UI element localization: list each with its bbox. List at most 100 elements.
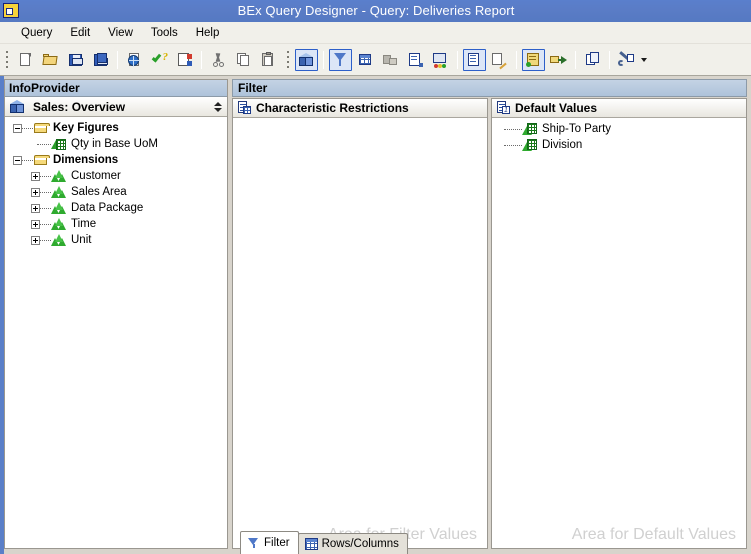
tab-rows-columns-label: Rows/Columns	[321, 538, 399, 550]
tree-node-data-package[interactable]: Data Package	[5, 200, 227, 216]
document-list-button[interactable]	[522, 48, 545, 71]
copy-button[interactable]	[232, 49, 255, 71]
tree-node-label: Data Package	[71, 202, 144, 214]
toolbar-separator	[323, 50, 324, 69]
characteristic-restrictions-title: Characteristic Restrictions	[256, 101, 409, 115]
menu-query[interactable]: Query	[12, 24, 61, 42]
tree-node-unit[interactable]: Unit	[5, 232, 227, 248]
dimension-icon	[51, 201, 67, 216]
save-as-icon	[92, 52, 109, 68]
cut-button[interactable]	[207, 49, 230, 71]
settings-button[interactable]	[615, 49, 638, 71]
tree-node-qty-in-base-uom[interactable]: Qty in Base UoM	[5, 136, 227, 152]
open-query-icon	[42, 52, 59, 68]
toolbar-grip-1[interactable]	[3, 49, 11, 71]
infoprovider-pane-title: InfoProvider	[5, 80, 227, 97]
edit-note-icon	[491, 52, 508, 69]
edit-note-button[interactable]	[488, 49, 511, 71]
task-pane-icon	[466, 52, 483, 68]
export-icon	[550, 52, 567, 68]
tree-node-dimensions[interactable]: Dimensions	[5, 152, 227, 168]
menu-tools[interactable]: Tools	[142, 24, 187, 42]
tab-rows-columns[interactable]: Rows/Columns	[297, 533, 408, 554]
menu-view[interactable]: View	[99, 24, 142, 42]
menu-help[interactable]: Help	[187, 24, 229, 42]
tree-node-label: Dimensions	[53, 154, 119, 166]
tree-node-sales-area[interactable]: Sales Area	[5, 184, 227, 200]
toolbar-separator	[516, 50, 517, 69]
paste-icon	[260, 51, 277, 68]
tab-filter[interactable]: Filter	[240, 531, 299, 554]
expand-icon[interactable]	[31, 171, 40, 181]
query-properties-icon	[176, 52, 193, 68]
expand-icon[interactable]	[31, 203, 40, 213]
save-as-button[interactable]	[89, 49, 112, 71]
check-query-button[interactable]: ?	[148, 49, 171, 71]
infoprovider-tree[interactable]: Key Figures Qty in Base UoM Dimensions C…	[5, 117, 227, 548]
dimension-icon	[51, 233, 67, 248]
toggle-rows-columns-button[interactable]	[354, 49, 377, 71]
infoprovider-name: Sales: Overview	[33, 99, 126, 114]
default-values-title: Default Values	[515, 101, 598, 115]
default-values-icon: 1	[497, 101, 511, 115]
expand-icon[interactable]	[31, 219, 40, 229]
query-designer-icon	[3, 3, 19, 19]
work-area: InfoProvider Sales: Overview Key Figures	[0, 76, 751, 554]
rows-columns-icon	[357, 52, 374, 68]
publish-button[interactable]	[123, 49, 146, 71]
toggle-messages-button[interactable]	[429, 49, 452, 71]
default-values-pane[interactable]: 1 Default Values Ship-To Party Division …	[491, 98, 747, 549]
collapse-icon[interactable]	[13, 155, 22, 165]
exchange-icon	[584, 51, 601, 68]
application-window: BEx Query Designer - Query: Deliveries R…	[0, 0, 751, 554]
folder-icon	[33, 153, 50, 168]
query-properties-button[interactable]	[173, 49, 196, 71]
toolbar-grip-2[interactable]	[284, 49, 292, 71]
infoprovider-pane: InfoProvider Sales: Overview Key Figures	[4, 79, 228, 549]
expand-icon[interactable]	[31, 235, 40, 245]
dimension-icon	[51, 185, 67, 200]
toolbar: ?	[0, 44, 751, 76]
menu-edit[interactable]: Edit	[61, 24, 99, 42]
default-values-header: 1 Default Values	[492, 99, 746, 118]
tree-node-time[interactable]: Time	[5, 216, 227, 232]
toggle-infoprovider-button[interactable]	[295, 48, 318, 71]
tree-node-key-figures[interactable]: Key Figures	[5, 120, 227, 136]
messages-icon	[432, 52, 449, 68]
default-value-label: Division	[542, 139, 583, 151]
filter-pane-title: Filter	[232, 79, 747, 97]
folder-icon	[33, 121, 50, 136]
default-value-label: Ship-To Party	[542, 123, 612, 135]
open-query-button[interactable]	[39, 49, 62, 71]
save-query-button[interactable]	[64, 49, 87, 71]
filter-pane: Filter Characteristic Restrictions Area …	[232, 79, 747, 549]
toggle-task-pane-button[interactable]	[463, 48, 486, 71]
cell-definition-button[interactable]	[379, 49, 402, 71]
default-value-ship-to-party[interactable]: Ship-To Party	[492, 121, 746, 137]
export-button[interactable]	[547, 49, 570, 71]
dimension-icon	[51, 217, 67, 232]
new-query-button[interactable]	[14, 49, 37, 71]
tree-line	[40, 191, 51, 193]
menu-bar: Query Edit View Tools Help	[0, 22, 751, 44]
infocube-icon	[9, 99, 25, 114]
tree-line	[37, 143, 51, 145]
characteristic-restrictions-body[interactable]: Area for Filter Values	[233, 118, 487, 548]
expand-icon[interactable]	[31, 187, 40, 197]
exchange-button[interactable]	[581, 49, 604, 71]
default-values-body[interactable]: Ship-To Party Division Area for Default …	[492, 118, 746, 548]
document-list-icon	[525, 52, 542, 68]
tree-line	[504, 128, 522, 130]
toggle-properties-button[interactable]	[404, 49, 427, 71]
characteristic-restrictions-pane[interactable]: Characteristic Restrictions Area for Fil…	[232, 98, 488, 549]
toolbar-overflow-caret[interactable]	[639, 49, 649, 71]
collapse-icon[interactable]	[13, 123, 22, 133]
paste-button[interactable]	[257, 49, 280, 71]
infoprovider-selector-spinner[interactable]	[212, 100, 223, 114]
infoprovider-header[interactable]: Sales: Overview	[5, 97, 227, 117]
tree-node-customer[interactable]: Customer	[5, 168, 227, 184]
default-value-division[interactable]: Division	[492, 137, 746, 153]
toggle-filter-button[interactable]	[329, 48, 352, 71]
filter-funnel-icon	[332, 52, 349, 68]
toolbar-separator	[457, 50, 458, 69]
